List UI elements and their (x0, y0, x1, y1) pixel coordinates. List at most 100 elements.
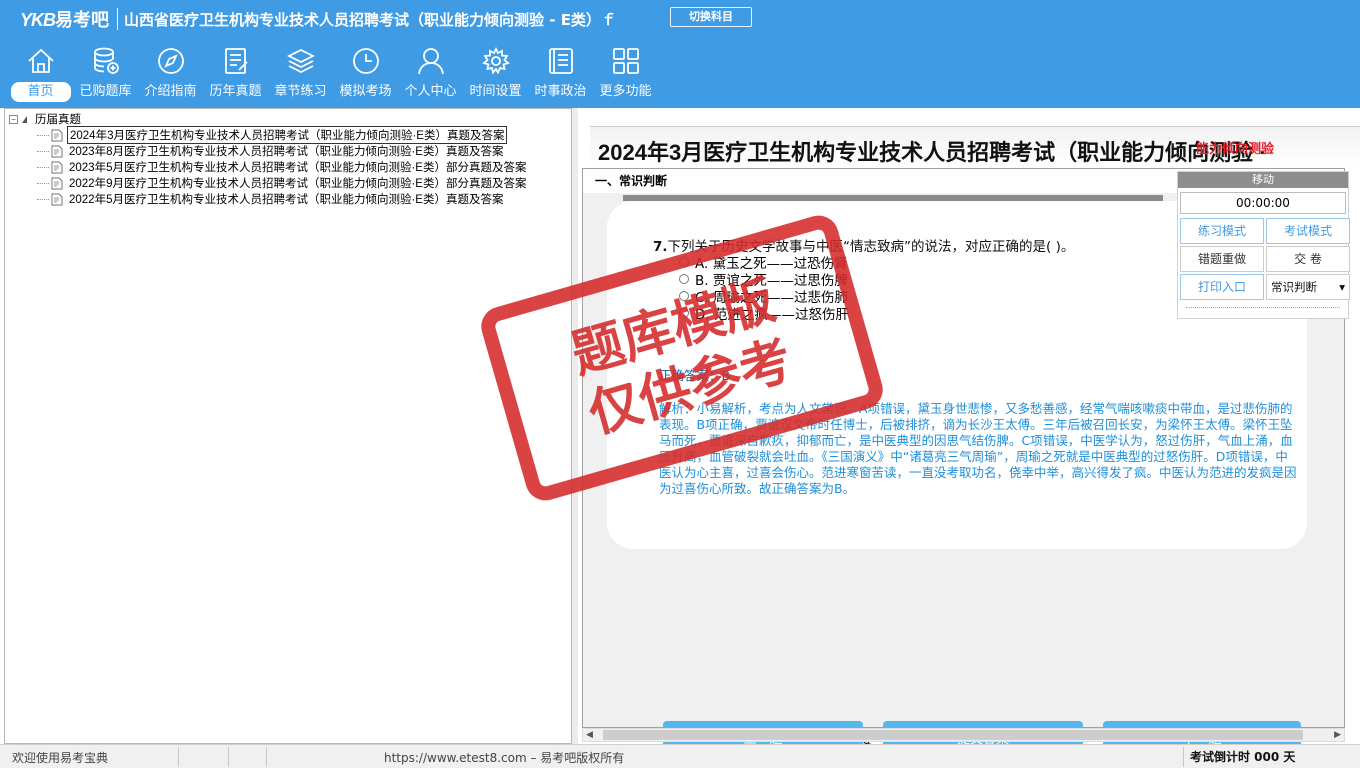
collapse-icon[interactable]: − (9, 114, 18, 124)
tree-connector (37, 150, 49, 152)
tree-item[interactable]: 2022年5月医疗卫生机构专业技术人员招聘考试（职业能力倾向测验·E类）真题及答… (37, 191, 528, 207)
tree-item-label: 2024年3月医疗卫生机构专业技术人员招聘考试（职业能力倾向测验·E类）真题及答… (67, 126, 508, 144)
option-b[interactable]: B. 贾谊之死——过思伤脾 (679, 270, 849, 289)
copyright-url[interactable]: https://www.etest8.com – 易考吧版权所有 (384, 749, 624, 766)
tree-item[interactable]: 2022年9月医疗卫生机构专业技术人员招聘考试（职业能力倾向测验·E类）部分真题… (37, 175, 528, 191)
gear-icon (481, 46, 511, 76)
exam-countdown: 考试倒计时 000 天 (1190, 750, 1296, 764)
scrollbar-thumb[interactable] (603, 730, 1303, 740)
category-select[interactable]: 常识判断 ▾ (1266, 274, 1350, 300)
nav-chapter-practice[interactable]: 章节练习 (268, 46, 333, 104)
nav-time-settings-label: 时间设置 (469, 84, 522, 99)
switch-subject-button[interactable]: 切换科目 (670, 7, 752, 27)
nav-home[interactable]: 首页 (8, 46, 73, 104)
nav-mock-exam-label: 模拟考场 (339, 84, 392, 99)
redo-wrong-button[interactable]: 错题重做 (1180, 246, 1264, 272)
nav-past-papers[interactable]: 历年真题 (203, 46, 268, 104)
folder-triangle-icon (22, 115, 27, 123)
nav-purchased-label: 已购题库 (79, 84, 132, 99)
nav-past-papers-label: 历年真题 (209, 84, 262, 99)
question-number: 7. (653, 239, 668, 255)
question-panel: 2024年3月医疗卫生机构专业技术人员招聘考试（职业能力倾向测验 · 一、常识判… (578, 108, 1360, 759)
document-icon (51, 193, 63, 205)
tree-connector (37, 182, 49, 184)
nav-guide-label: 介绍指南 (144, 84, 197, 99)
tree-item-label: 2023年8月医疗卫生机构专业技术人员招聘考试（职业能力倾向测验·E类）真题及答… (69, 146, 504, 158)
radio-button[interactable] (679, 256, 689, 267)
radio-button[interactable] (679, 290, 689, 301)
option-list: A. 黛玉之死——过恐伤肾 B. 贾谊之死——过思伤脾 C. 周瑜之死——过悲伤… (679, 253, 849, 323)
tree-connector (37, 166, 49, 168)
user-icon (416, 46, 446, 76)
exam-mode-button[interactable]: 考试模式 (1266, 218, 1350, 244)
option-d[interactable]: D. 范进之疯——过怒伤肝 (679, 304, 849, 323)
document-icon (51, 161, 63, 173)
nav-current-affairs[interactable]: 时事政治 (528, 46, 593, 104)
practice-mode-button[interactable]: 练习模式 (1180, 218, 1264, 244)
nav-time-settings[interactable]: 时间设置 (463, 46, 528, 104)
status-divider (1183, 747, 1184, 767)
nav-personal-center[interactable]: 个人中心 (398, 46, 463, 104)
status-divider (178, 747, 179, 767)
nav-home-label: 首页 (10, 82, 71, 102)
tree-connector (37, 134, 49, 136)
nav-purchased[interactable]: 已购题库 (73, 46, 138, 104)
overlay-title-text: 能力倾向测验 (1196, 142, 1275, 157)
home-icon (26, 46, 56, 76)
tree-item-label: 2022年5月医疗卫生机构专业技术人员招聘考试（职业能力倾向测验·E类）真题及答… (69, 194, 504, 206)
tree-item-label: 2022年9月医疗卫生机构专业技术人员招聘考试（职业能力倾向测验·E类）部分真题… (69, 178, 527, 190)
scroll-right-icon[interactable]: ▶ (1334, 729, 1341, 741)
nav-current-affairs-label: 时事政治 (534, 84, 587, 99)
mode-buttons: 练习模式 考试模式 错题重做 交 卷 打印入口 常识判断 ▾ (1178, 218, 1350, 300)
nav-mock-exam[interactable]: 模拟考场 (333, 46, 398, 104)
logo-brand: YKB (20, 10, 56, 30)
correct-answer: 正确答案：B (659, 368, 731, 383)
nav-personal-center-label: 个人中心 (404, 84, 457, 99)
tree-item[interactable]: 2024年3月医疗卫生机构专业技术人员招聘考试（职业能力倾向测验·E类）真题及答… (37, 126, 528, 144)
dropdown-arrow-icon: ▾ (1339, 280, 1345, 294)
print-button[interactable]: 打印入口 (1180, 274, 1264, 300)
clock-icon (351, 46, 381, 76)
nav-guide[interactable]: 介绍指南 (138, 46, 203, 104)
option-label: D. 范进之疯——过怒伤肝 (695, 306, 849, 323)
welcome-text: 欢迎使用易考宝典 (12, 751, 109, 765)
nav-more[interactable]: 更多功能 (593, 46, 658, 104)
horizontal-scrollbar[interactable]: ◀ ▶ (582, 728, 1345, 742)
document-icon (51, 177, 63, 189)
news-icon (546, 46, 576, 76)
nav-more-label: 更多功能 (599, 84, 652, 99)
timer-panel-scrollbar[interactable] (1186, 304, 1340, 308)
hand-in-button[interactable]: 交 卷 (1266, 246, 1350, 272)
option-c[interactable]: C. 周瑜之死——过悲伤肺 (679, 287, 849, 306)
radio-button[interactable] (679, 273, 689, 284)
option-a[interactable]: A. 黛玉之死——过恐伤肾 (679, 253, 849, 272)
category-select-value: 常识判断 (1271, 280, 1317, 294)
database-icon (91, 46, 121, 76)
tree-root-label: 历届真题 (35, 114, 81, 126)
paper-tree-panel: − 历届真题 2024年3月医疗卫生机构专业技术人员招聘考试（职业能力倾向测验·… (4, 108, 572, 744)
answer-analysis: 解析：小易解析，考点为人文常识。A项错误，黛玉身世悲惨，又多愁善感，经常气喘咳嗽… (659, 401, 1297, 496)
document-icon (51, 145, 63, 157)
timer-panel: 移动 00:00:00 练习模式 考试模式 错题重做 交 卷 打印入口 常识判断… (1177, 171, 1350, 319)
title-divider (117, 8, 119, 30)
status-divider (266, 747, 267, 767)
tree-connector (37, 198, 49, 200)
app-logo: YKB易考吧 (0, 6, 109, 32)
layers-icon (286, 46, 316, 76)
nav-chapter-practice-label: 章节练习 (274, 84, 327, 99)
move-handle[interactable]: 移动 (1178, 172, 1348, 188)
question-frame: 一、常识判断 7.下列关于历史文学故事与中医“情志致病”的说法，对应正确的是( … (582, 168, 1350, 759)
grid-icon (611, 46, 641, 76)
logo-text: 易考吧 (55, 10, 110, 30)
timer-display: 00:00:00 (1180, 192, 1346, 214)
tree-item[interactable]: 2023年8月医疗卫生机构专业技术人员招聘考试（职业能力倾向测验·E类）真题及答… (37, 143, 528, 159)
tree-item-label: 2023年5月医疗卫生机构专业技术人员招聘考试（职业能力倾向测验·E类）部分真题… (69, 162, 527, 174)
status-bar: 欢迎使用易考宝典 https://www.etest8.com – 易考吧版权所… (0, 744, 1360, 768)
paper-tree: − 历届真题 2024年3月医疗卫生机构专业技术人员招聘考试（职业能力倾向测验·… (9, 111, 528, 207)
scroll-left-icon[interactable]: ◀ (586, 729, 593, 741)
compass-icon (156, 46, 186, 76)
radio-button[interactable] (679, 307, 689, 318)
app-header: YKB易考吧 山西省医疗卫生机构专业技术人员招聘考试（职业能力倾向测验 - E类… (0, 0, 1360, 108)
tree-root[interactable]: − 历届真题 (9, 111, 528, 127)
tree-item[interactable]: 2023年5月医疗卫生机构专业技术人员招聘考试（职业能力倾向测验·E类）部分真题… (37, 159, 528, 175)
